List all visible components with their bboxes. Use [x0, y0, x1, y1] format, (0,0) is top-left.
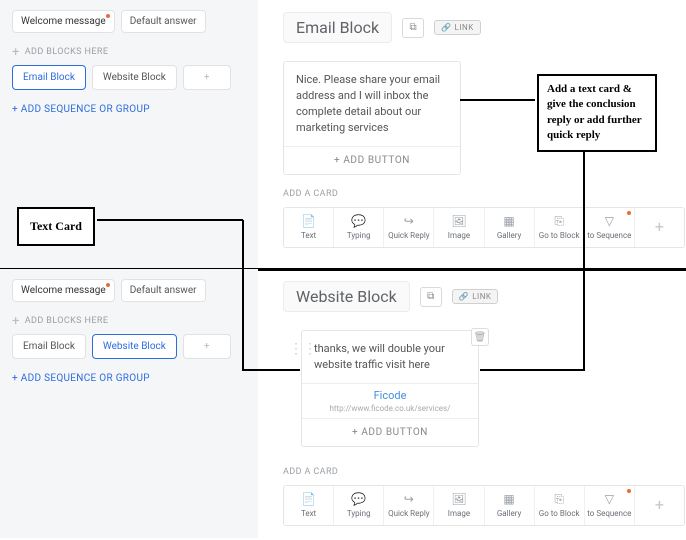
text-icon: 📄 — [301, 493, 316, 505]
add-card-strip: 📄Text 💬Typing ↪Quick Reply 🖼Image ▦Galle… — [283, 485, 685, 526]
add-blocks-here-label: +ADD BLOCKS HERE — [12, 316, 246, 326]
text-card[interactable]: Nice. Please share your email address an… — [283, 61, 461, 175]
strip-add[interactable]: + — [635, 486, 684, 525]
strip-to-sequence[interactable]: ▽to Sequence — [585, 486, 635, 525]
copy-icon[interactable]: ⧉ — [402, 18, 424, 38]
page-title: Website Block — [283, 281, 410, 312]
image-icon: 🖼 — [451, 215, 466, 227]
annotation-text-card: Text Card — [17, 207, 95, 246]
email-block-btn[interactable]: Email Block — [12, 334, 86, 359]
plus-icon: + — [655, 219, 664, 235]
gallery-icon: ▦ — [503, 215, 514, 227]
strip-goto-block[interactable]: ⎘Go to Block — [535, 486, 585, 525]
quick-reply-icon: ↪ — [404, 215, 414, 227]
drag-handle-icon[interactable]: ⋮⋮ — [289, 342, 317, 356]
add-button-action[interactable]: ADD BUTTON — [302, 419, 478, 446]
text-card-content[interactable]: Nice. Please share your email address an… — [284, 62, 460, 147]
text-card-content[interactable]: thanks, we will double your website traf… — [302, 331, 478, 384]
add-sequence-link[interactable]: ADD SEQUENCE OR GROUP — [12, 104, 246, 115]
add-block-btn[interactable]: + — [183, 65, 231, 90]
add-a-card-label: ADD A CARD — [283, 467, 686, 477]
website-block-btn[interactable]: Website Block — [92, 65, 177, 90]
welcome-message-chip[interactable]: Welcome message — [12, 10, 115, 33]
default-answer-chip[interactable]: Default answer — [121, 279, 206, 302]
typing-icon: 💬 — [351, 493, 366, 505]
strip-typing[interactable]: 💬Typing — [334, 486, 384, 525]
gallery-icon: ▦ — [503, 493, 514, 505]
copy-icon[interactable]: ⧉ — [420, 287, 442, 307]
add-sequence-link[interactable]: ADD SEQUENCE OR GROUP — [12, 373, 246, 384]
text-icon: 📄 — [301, 215, 316, 227]
strip-typing[interactable]: 💬Typing — [334, 208, 384, 247]
email-block-btn[interactable]: Email Block — [12, 65, 86, 90]
add-a-card-label: ADD A CARD — [283, 189, 686, 199]
quick-reply-icon: ↪ — [404, 493, 414, 505]
image-icon: 🖼 — [451, 493, 466, 505]
card-link-name[interactable]: Ficode — [374, 389, 407, 402]
strip-gallery[interactable]: ▦Gallery — [485, 208, 535, 247]
welcome-message-chip[interactable]: Welcome message — [12, 279, 115, 302]
strip-text[interactable]: 📄Text — [284, 208, 334, 247]
add-card-strip: 📄Text 💬Typing ↪Quick Reply 🖼Image ▦Galle… — [283, 207, 685, 248]
annotation-instruction: Add a text card & give the conclusion re… — [537, 74, 657, 152]
strip-gallery[interactable]: ▦Gallery — [485, 486, 535, 525]
strip-add[interactable]: + — [635, 208, 684, 247]
add-button-action[interactable]: ADD BUTTON — [284, 147, 460, 174]
goto-block-icon: ⎘ — [554, 493, 564, 505]
strip-quick-reply[interactable]: ↪Quick Reply — [384, 486, 434, 525]
link-button[interactable]: LINK — [452, 289, 499, 304]
goto-block-icon: ⎘ — [554, 215, 564, 227]
plus-icon: + — [655, 497, 664, 513]
website-block-btn[interactable]: Website Block — [92, 334, 177, 359]
add-blocks-here-label: +ADD BLOCKS HERE — [12, 47, 246, 57]
link-button[interactable]: LINK — [434, 20, 481, 35]
text-card[interactable]: thanks, we will double your website traf… — [301, 330, 479, 447]
strip-goto-block[interactable]: ⎘Go to Block — [535, 208, 585, 247]
typing-icon: 💬 — [351, 215, 366, 227]
card-link-url: http://www.ficode.co.uk/services/ — [302, 404, 478, 413]
strip-image[interactable]: 🖼Image — [434, 486, 484, 525]
to-sequence-icon: ▽ — [605, 493, 614, 505]
strip-text[interactable]: 📄Text — [284, 486, 334, 525]
delete-card-icon[interactable]: 🗑 — [471, 328, 489, 346]
strip-to-sequence[interactable]: ▽to Sequence — [585, 208, 635, 247]
to-sequence-icon: ▽ — [605, 215, 614, 227]
page-title: Email Block — [283, 12, 392, 43]
strip-quick-reply[interactable]: ↪Quick Reply — [384, 208, 434, 247]
add-block-btn[interactable]: + — [183, 334, 231, 359]
default-answer-chip[interactable]: Default answer — [121, 10, 206, 33]
strip-image[interactable]: 🖼Image — [434, 208, 484, 247]
card-link-row[interactable]: Ficode http://www.ficode.co.uk/services/ — [302, 384, 478, 419]
